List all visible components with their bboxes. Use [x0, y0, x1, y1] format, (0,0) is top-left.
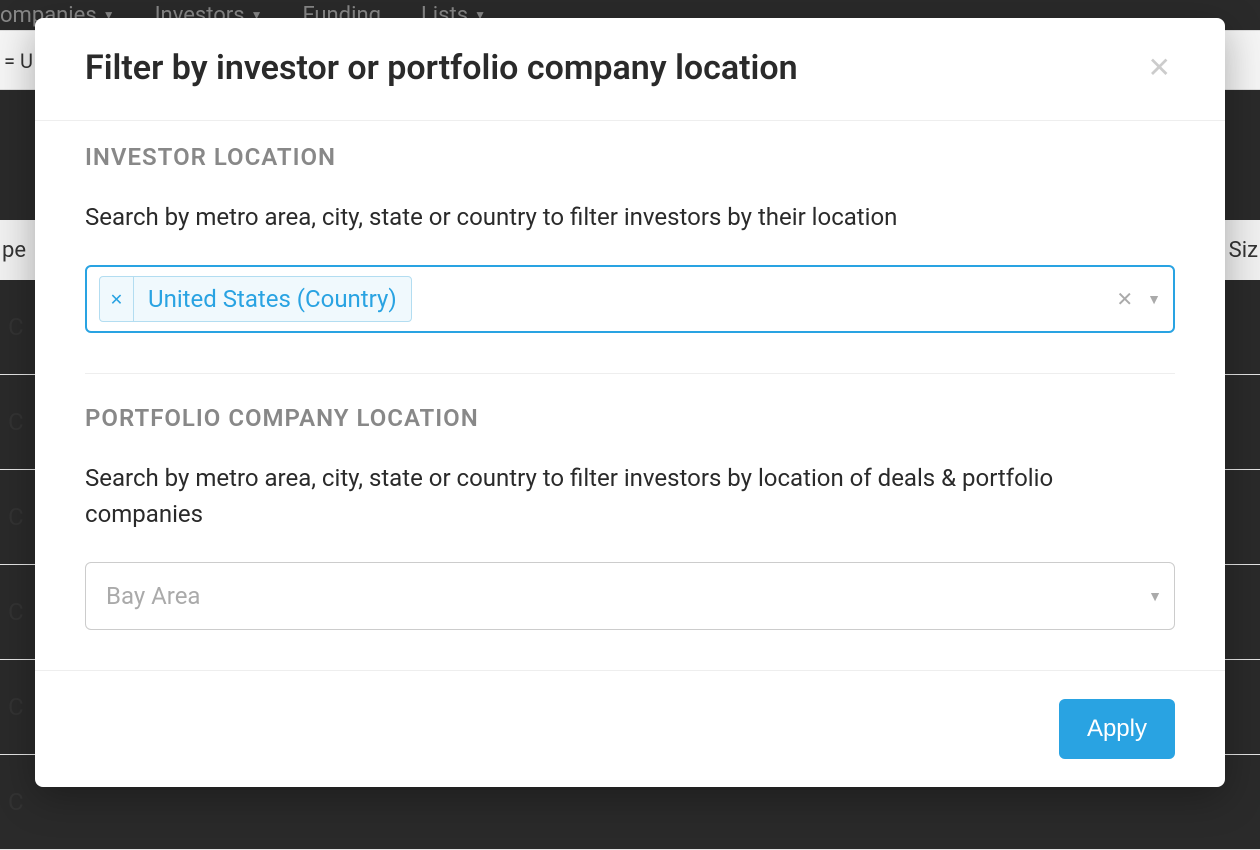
close-icon[interactable]: ✕ — [1144, 50, 1175, 86]
tags-container: ✕ United States (Country) — [99, 276, 1116, 322]
investor-location-input[interactable]: ✕ United States (Country) ✕ ▼ — [85, 265, 1175, 333]
location-filter-modal: Filter by investor or portfolio company … — [35, 18, 1225, 787]
tag-remove-icon[interactable]: ✕ — [100, 277, 134, 321]
tags-container: Bay Area — [98, 578, 1148, 614]
apply-button[interactable]: Apply — [1059, 699, 1175, 759]
portfolio-location-section: PORTFOLIO COMPANY LOCATION Search by met… — [85, 373, 1175, 670]
modal-footer: Apply — [35, 670, 1225, 787]
placeholder: Bay Area — [98, 578, 209, 614]
location-tag: ✕ United States (Country) — [99, 276, 412, 322]
input-controls: ✕ ▼ — [1116, 287, 1161, 311]
chevron-down-icon[interactable]: ▼ — [1148, 588, 1162, 605]
section-description: Search by metro area, city, state or cou… — [85, 199, 1175, 235]
portfolio-location-input[interactable]: Bay Area ▼ — [85, 562, 1175, 630]
clear-all-icon[interactable]: ✕ — [1116, 287, 1133, 311]
section-description: Search by metro area, city, state or cou… — [85, 460, 1175, 532]
modal-body: INVESTOR LOCATION Search by metro area, … — [35, 121, 1225, 670]
tag-label: United States (Country) — [134, 277, 411, 321]
investor-location-section: INVESTOR LOCATION Search by metro area, … — [85, 143, 1175, 373]
modal-header: Filter by investor or portfolio company … — [35, 18, 1225, 121]
input-controls: ▼ — [1148, 588, 1162, 605]
section-label: INVESTOR LOCATION — [85, 143, 1175, 171]
chevron-down-icon[interactable]: ▼ — [1147, 291, 1161, 308]
section-label: PORTFOLIO COMPANY LOCATION — [85, 404, 1175, 432]
modal-title: Filter by investor or portfolio company … — [85, 48, 798, 88]
modal-overlay: Filter by investor or portfolio company … — [0, 0, 1260, 846]
